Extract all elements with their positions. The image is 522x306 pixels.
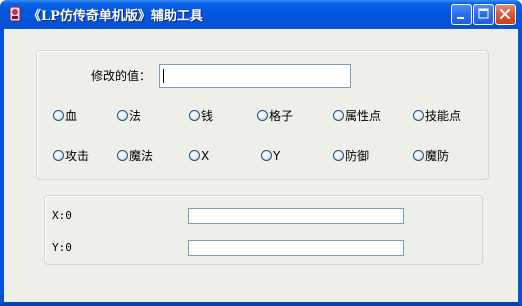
radio-label-mp[interactable]: 法 xyxy=(129,109,141,123)
minimize-icon xyxy=(457,17,464,19)
y-coord-label: Y:0 xyxy=(52,241,72,254)
radio-label-hp[interactable]: 血 xyxy=(65,109,77,123)
maximize-button[interactable] xyxy=(473,4,494,25)
text-caret xyxy=(163,69,164,83)
radio-defense[interactable] xyxy=(333,150,344,161)
radio-label-x[interactable]: X xyxy=(201,149,209,163)
close-icon xyxy=(500,9,510,19)
app-icon[interactable] xyxy=(7,6,23,22)
x-coord-label: X:0 xyxy=(52,209,72,222)
radio-label-attack[interactable]: 攻击 xyxy=(65,149,89,163)
radio-magic[interactable] xyxy=(117,150,128,161)
radio-slots[interactable] xyxy=(257,110,268,121)
edit-value-input[interactable] xyxy=(159,64,351,88)
radio-attack[interactable] xyxy=(53,150,64,161)
app-window: 《LP仿传奇单机版》辅助工具 修改的值： 血 法 钱 格子 属性点 技能点 攻击… xyxy=(0,0,522,306)
radio-y[interactable] xyxy=(261,150,272,161)
window-title: 《LP仿传奇单机版》辅助工具 xyxy=(28,9,203,24)
radio-money[interactable] xyxy=(189,110,200,121)
radio-label-attr-points[interactable]: 属性点 xyxy=(345,109,381,123)
x-coord-field[interactable] xyxy=(188,208,404,224)
y-coord-field[interactable] xyxy=(188,240,404,256)
radio-skill-points[interactable] xyxy=(413,110,424,121)
radio-label-skill-points[interactable]: 技能点 xyxy=(425,109,461,123)
close-button[interactable] xyxy=(495,4,516,25)
radio-label-money[interactable]: 钱 xyxy=(201,109,213,123)
title-bar[interactable]: 《LP仿传奇单机版》辅助工具 xyxy=(0,0,522,28)
radio-label-magic[interactable]: 魔法 xyxy=(129,149,153,163)
radio-label-slots[interactable]: 格子 xyxy=(269,109,293,123)
maximize-icon xyxy=(478,8,489,19)
radio-magic-defense[interactable] xyxy=(413,150,424,161)
radio-label-defense[interactable]: 防御 xyxy=(345,149,369,163)
radio-label-y[interactable]: Y xyxy=(273,149,280,163)
edit-value-label: 修改的值： xyxy=(91,69,152,83)
radio-x[interactable] xyxy=(189,150,200,161)
radio-label-magic-defense[interactable]: 魔防 xyxy=(425,149,449,163)
radio-mp[interactable] xyxy=(117,110,128,121)
radio-attr-points[interactable] xyxy=(333,110,344,121)
minimize-button[interactable] xyxy=(451,4,472,25)
radio-hp[interactable] xyxy=(53,110,64,121)
